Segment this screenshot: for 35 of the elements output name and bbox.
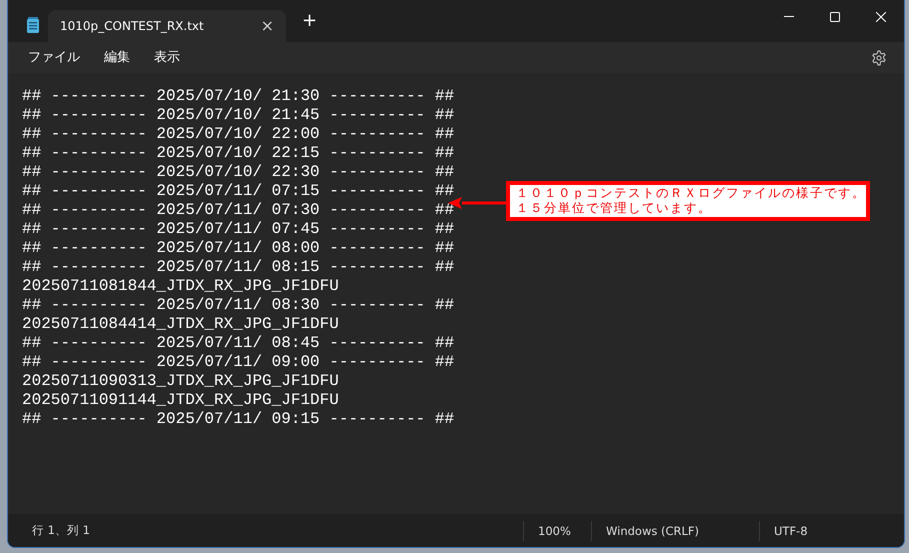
- text-line: ## ---------- 2025/07/10/ 22:00 ---------- ##: [22, 125, 454, 144]
- file-tab[interactable]: 1010p_CONTEST_RX.txt ×: [48, 10, 286, 42]
- text-line: ## ---------- 2025/07/11/ 07:30 ---------- ##: [22, 201, 454, 220]
- encoding: UTF-8: [759, 520, 822, 540]
- tab-title: 1010p_CONTEST_RX.txt: [60, 18, 205, 35]
- close-icon[interactable]: [876, 12, 886, 22]
- minimize-icon[interactable]: [784, 16, 794, 18]
- menu-item[interactable]: 編集: [92, 44, 142, 70]
- text-line: ## ---------- 2025/07/11/ 07:15 ---------- ##: [22, 182, 454, 201]
- text-line: 20250711090313_JTDX_RX_JPG_JF1DFU: [22, 372, 339, 391]
- text-line: ## ---------- 2025/07/10/ 22:15 ---------- ##: [22, 144, 454, 163]
- text-line: ## ---------- 2025/07/11/ 08:30 ---------- ##: [22, 296, 454, 315]
- settings-icon[interactable]: [871, 50, 887, 66]
- annotation-callout: １０１０ｐコンテストのＲＸログファイルの様子です。 １５分単位で管理しています。: [506, 181, 870, 221]
- notepad-icon: [26, 17, 40, 33]
- new-tab-button[interactable]: +: [302, 7, 318, 34]
- text-line: ## ---------- 2025/07/10/ 21:45 ---------- ##: [22, 106, 454, 125]
- close-tab-button[interactable]: ×: [260, 14, 274, 38]
- line-ending: Windows (CRLF): [591, 520, 759, 540]
- text-line: ## ---------- 2025/07/11/ 08:15 ---------- ##: [22, 258, 454, 277]
- zoom-level: 100%: [523, 520, 591, 540]
- text-line: ## ---------- 2025/07/10/ 22:30 ---------- ##: [22, 163, 454, 182]
- text-line: 20250711081844_JTDX_RX_JPG_JF1DFU: [22, 277, 339, 296]
- text-line: ## ---------- 2025/07/10/ 21:30 ---------- ##: [22, 87, 454, 106]
- menu-item[interactable]: 表示: [142, 44, 192, 70]
- text-line: ## ---------- 2025/07/11/ 07:45 ---------- ##: [22, 220, 454, 239]
- text-line: 20250711084414_JTDX_RX_JPG_JF1DFU: [22, 315, 339, 334]
- cursor-position: 行 1、列 1: [31, 522, 91, 539]
- text-line: ## ---------- 2025/07/11/ 09:15 ---------- ##: [22, 410, 454, 429]
- text-line: ## ---------- 2025/07/11/ 09:00 ---------- ##: [22, 353, 454, 372]
- text-line: ## ---------- 2025/07/11/ 08:45 ---------- ##: [22, 334, 454, 353]
- maximize-icon[interactable]: [830, 12, 840, 22]
- text-line: ## ---------- 2025/07/11/ 08:00 ---------- ##: [22, 239, 454, 258]
- text-line: 20250711091144_JTDX_RX_JPG_JF1DFU: [22, 391, 339, 410]
- menu-item[interactable]: ファイル: [16, 44, 92, 70]
